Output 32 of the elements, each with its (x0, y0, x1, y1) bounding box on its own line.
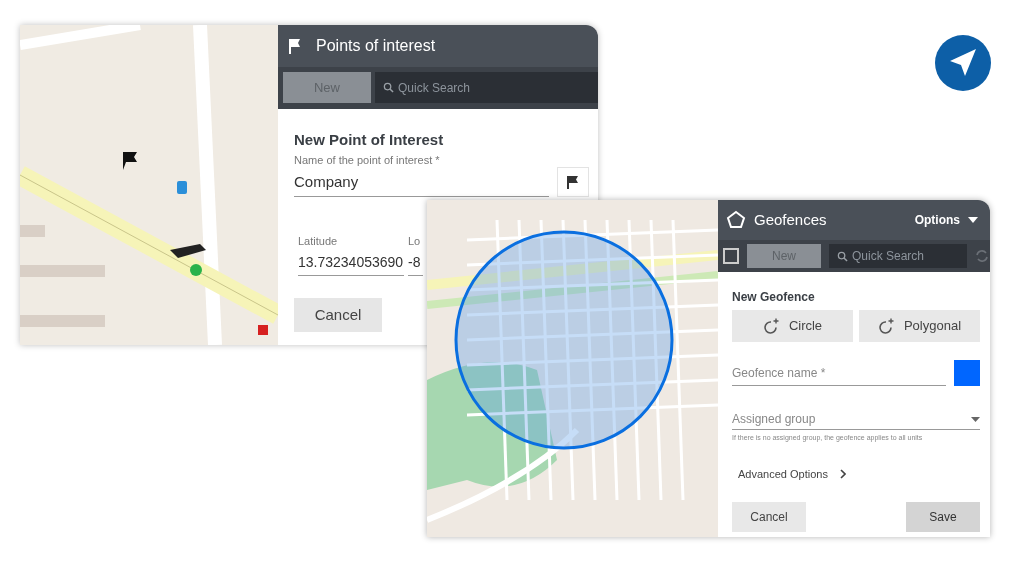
name-field[interactable]: Name of the point of interest * Company (294, 151, 549, 197)
shape-button[interactable]: Circle (732, 310, 853, 342)
pentagon-icon (726, 210, 746, 230)
cancel-button[interactable]: Cancel (294, 298, 382, 332)
search-field[interactable]: Quick Search (829, 244, 967, 268)
options-menu[interactable]: Options (914, 211, 986, 229)
select-all-checkbox[interactable] (723, 248, 739, 264)
search-placeholder: Quick Search (398, 79, 471, 97)
panel-title: Geofences (754, 209, 827, 230)
caret-icon (971, 416, 980, 422)
circle-plus-icon (762, 317, 781, 335)
color-swatch[interactable] (954, 360, 980, 386)
advanced-options-link[interactable]: Advanced Options (738, 465, 846, 482)
circle-plus-icon (877, 317, 896, 335)
form-heading: New Geofence (732, 289, 816, 306)
search-icon (837, 250, 848, 262)
chevron-right-icon (839, 468, 846, 479)
panel-title: Points of interest (316, 36, 436, 56)
caret-icon (968, 217, 978, 223)
longitude-field[interactable]: Lo -8 (408, 232, 423, 276)
flag-icon (565, 173, 581, 190)
latitude-field[interactable]: Latitude 13.73234053690 (298, 232, 404, 276)
form-heading: New Point of Interest (294, 130, 445, 150)
search-icon (383, 82, 394, 93)
shape-button[interactable]: Polygonal (859, 310, 980, 342)
save-button[interactable]: Save (906, 502, 980, 532)
geofence-name-field[interactable]: Geofence name * (732, 360, 946, 386)
search-placeholder: Quick Search (852, 248, 925, 265)
cancel-button[interactable]: Cancel (732, 502, 806, 532)
flag-button[interactable] (557, 166, 589, 197)
assigned-group-dropdown[interactable]: Assigned group (732, 410, 980, 430)
search-field[interactable]: Quick Search (375, 72, 598, 103)
